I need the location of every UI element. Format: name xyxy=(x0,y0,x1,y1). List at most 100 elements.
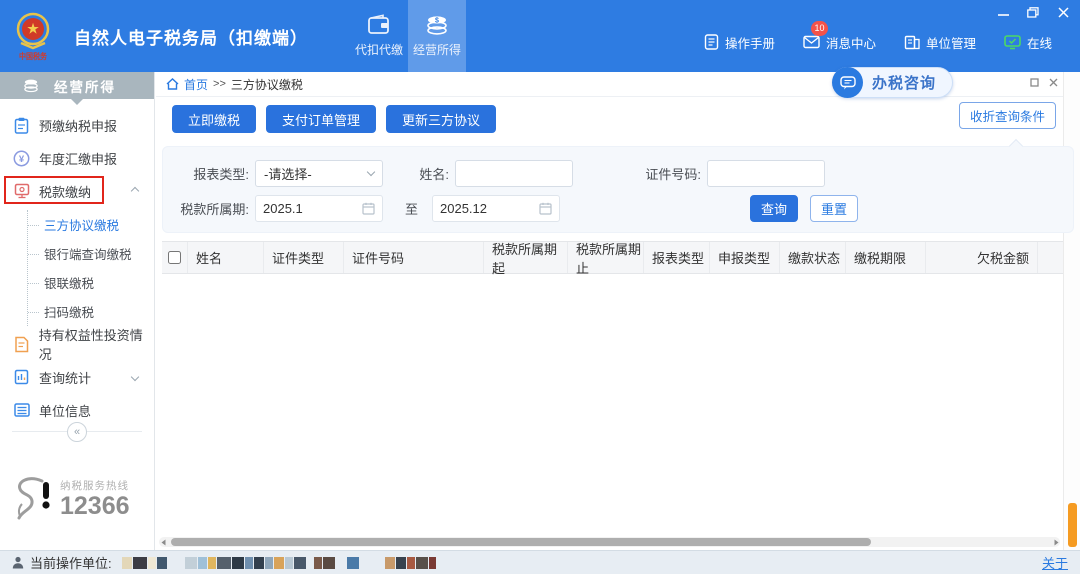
user-icon xyxy=(12,556,24,569)
id-number-input[interactable] xyxy=(707,160,825,187)
reset-button[interactable]: 重置 xyxy=(810,195,858,222)
table-header-cell xyxy=(162,242,188,273)
tax-period-label: 税款所属期: xyxy=(163,199,249,218)
sidebar-item-annual-settlement[interactable]: ¥ 年度汇缴申报 xyxy=(0,146,154,170)
breadcrumb-home[interactable]: 首页 xyxy=(184,76,208,93)
sidebar-header: 经营所得 xyxy=(0,72,154,99)
sidebar-item-label: 查询统计 xyxy=(39,368,91,387)
select-all-checkbox[interactable] xyxy=(168,251,181,264)
unit-info-icon xyxy=(13,403,30,417)
sidebar-menu: 预缴纳税申报 ¥ 年度汇缴申报 xyxy=(0,99,154,451)
consult-label: 办税咨询 xyxy=(872,72,936,93)
tab-business-income[interactable]: $ 经营所得 xyxy=(408,0,466,72)
horizontal-scrollbar-track[interactable] xyxy=(159,537,1060,547)
tax-bureau-logo: 中国税务 xyxy=(6,3,60,69)
chevron-down-icon xyxy=(367,168,375,176)
sidebar-collapse-button[interactable]: « xyxy=(67,422,87,442)
period-to-input[interactable]: 2025.12 xyxy=(432,195,560,222)
column-header: 姓名 xyxy=(188,242,264,273)
column-header: 报表类型 xyxy=(644,242,710,273)
sidebar-subitem-tripartite-agreement[interactable]: 三方协议缴税 xyxy=(28,210,154,239)
hotline-12366-logo xyxy=(12,474,54,524)
collapse-query-conditions-button[interactable]: 收折查询条件 xyxy=(959,102,1056,129)
main-content: 首页 >> 三方协议缴税 办税咨询 xyxy=(156,72,1080,550)
sidebar-item-query-statistics[interactable]: 查询统计 xyxy=(0,365,154,389)
column-header: 税款所属期止 xyxy=(568,242,644,273)
toolbar: 立即缴税 支付订单管理 更新三方协议 xyxy=(156,97,1080,133)
manual-link[interactable]: 操作手册 xyxy=(704,33,775,52)
manual-label: 操作手册 xyxy=(725,33,775,52)
tax-consult-button[interactable]: 办税咨询 xyxy=(832,67,953,98)
column-header: 证件号码 xyxy=(344,242,484,273)
column-header: 税款所属期起 xyxy=(484,242,568,273)
column-header: 欠税金额 xyxy=(926,242,1038,273)
tab-label: 经营所得 xyxy=(413,41,461,58)
hotline-number: 12366 xyxy=(60,493,130,519)
vertical-scrollbar-track[interactable] xyxy=(1063,72,1080,550)
query-filter-panel: 报表类型: -请选择- 姓名: 证件号码: 税款所属期: 2025.1 xyxy=(162,146,1074,233)
query-button[interactable]: 查询 xyxy=(750,195,798,222)
report-type-select[interactable]: -请选择- xyxy=(255,160,383,187)
scroll-left-arrow[interactable] xyxy=(159,537,167,547)
minimize-button[interactable] xyxy=(996,6,1010,18)
online-monitor-icon xyxy=(1004,35,1021,50)
sidebar-item-tax-payment[interactable]: 税款缴纳 xyxy=(0,179,154,203)
sidebar-subitem-unionpay[interactable]: 银联缴税 xyxy=(28,268,154,297)
results-table-header: 姓名 证件类型 证件号码 税款所属期起 税款所属期止 报表类型 申报类型 缴款状… xyxy=(162,241,1074,274)
message-center-label: 消息中心 xyxy=(826,33,876,52)
column-header: 缴款状态 xyxy=(780,242,846,273)
vertical-scrollbar-thumb[interactable] xyxy=(1068,503,1077,547)
scroll-right-arrow[interactable] xyxy=(1052,537,1060,547)
equity-doc-icon xyxy=(13,336,30,353)
window-controls xyxy=(996,6,1070,18)
about-link[interactable]: 关于 xyxy=(1042,553,1068,572)
name-label: 姓名: xyxy=(403,164,449,183)
inner-close-icon[interactable] xyxy=(1049,78,1058,87)
statistics-icon xyxy=(13,369,30,385)
period-from-input[interactable]: 2025.1 xyxy=(255,195,383,222)
horizontal-scrollbar-thumb[interactable] xyxy=(171,538,871,546)
period-from-value: 2025.1 xyxy=(263,201,303,216)
id-number-label: 证件号码: xyxy=(629,164,701,183)
header-tabs: 代扣代缴 $ 经营所得 xyxy=(350,0,466,72)
sidebar-subitem-scan-code[interactable]: 扫码缴税 xyxy=(28,297,154,326)
payment-order-management-button[interactable]: 支付订单管理 xyxy=(266,105,376,133)
chat-bubble-circle xyxy=(832,67,863,98)
app-header: 中国税务 自然人电子税务局（扣缴端） 代扣代缴 $ 经营所得 xyxy=(0,0,1080,72)
filter-row-2: 税款所属期: 2025.1 至 2025.12 xyxy=(163,194,1073,222)
app-title: 自然人电子税务局（扣缴端） xyxy=(74,24,308,49)
restore-button[interactable] xyxy=(1026,6,1040,18)
pay-now-button[interactable]: 立即缴税 xyxy=(172,105,256,133)
filter-row-1: 报表类型: -请选择- 姓名: 证件号码: xyxy=(163,159,1073,187)
period-to-value: 2025.12 xyxy=(440,201,487,216)
update-tripartite-agreement-button[interactable]: 更新三方协议 xyxy=(386,105,496,133)
inner-window-controls xyxy=(1030,78,1058,87)
sidebar-item-prepay-declaration[interactable]: 预缴纳税申报 xyxy=(0,113,154,137)
tab-withholding[interactable]: 代扣代缴 xyxy=(350,0,408,72)
redacted-company-name xyxy=(122,556,437,569)
column-header: 申报类型 xyxy=(710,242,780,273)
inner-restore-icon[interactable] xyxy=(1030,78,1039,87)
online-status[interactable]: 在线 xyxy=(1004,33,1052,52)
sidebar-item-unit-info[interactable]: 单位信息 xyxy=(0,398,154,422)
tax-payment-submenu: 三方协议缴税 银行端查询缴税 银联缴税 扫码缴税 xyxy=(27,210,154,326)
coins-icon xyxy=(22,78,40,93)
message-center-link[interactable]: 10 消息中心 xyxy=(803,33,876,52)
calendar-icon xyxy=(362,202,375,215)
coins-icon: $ xyxy=(424,14,450,36)
report-type-value: -请选择- xyxy=(264,164,312,183)
sidebar-header-label: 经营所得 xyxy=(54,76,116,96)
home-icon xyxy=(166,78,179,90)
name-input[interactable] xyxy=(455,160,573,187)
message-badge: 10 xyxy=(811,21,828,36)
sidebar-subitem-bank-query[interactable]: 银行端查询缴税 xyxy=(28,239,154,268)
sidebar-item-equity-investment[interactable]: 持有权益性投资情况 xyxy=(0,332,154,356)
close-button[interactable] xyxy=(1056,6,1070,18)
hotline-block: 纳税服务热线 12366 xyxy=(12,474,130,524)
unit-management-link[interactable]: 单位管理 xyxy=(904,33,976,52)
yen-circle-icon: ¥ xyxy=(13,150,30,167)
chat-bubble-icon xyxy=(840,76,856,90)
svg-text:¥: ¥ xyxy=(19,154,25,165)
chevron-down-icon xyxy=(131,373,139,381)
sidebar-item-label: 年度汇缴申报 xyxy=(39,149,117,168)
